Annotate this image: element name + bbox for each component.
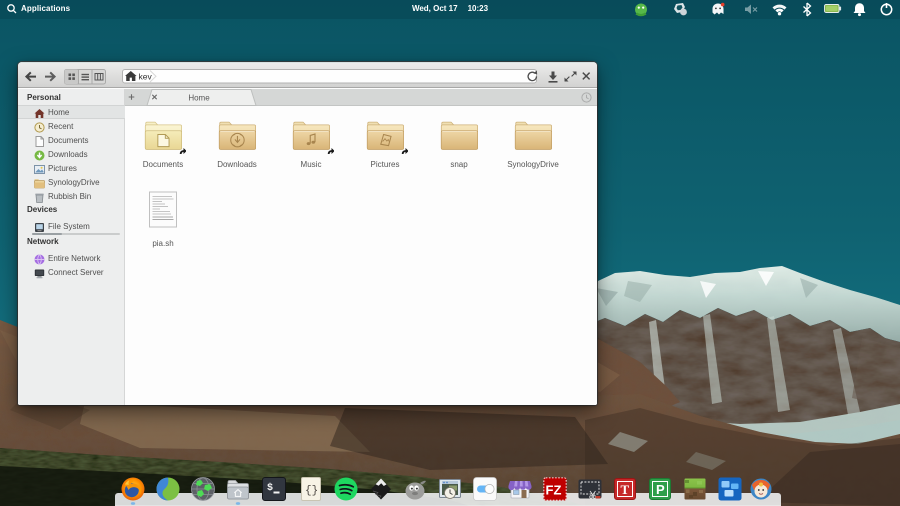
svg-text:Home: Home (188, 94, 210, 103)
svg-text:kev: kev (139, 72, 153, 82)
